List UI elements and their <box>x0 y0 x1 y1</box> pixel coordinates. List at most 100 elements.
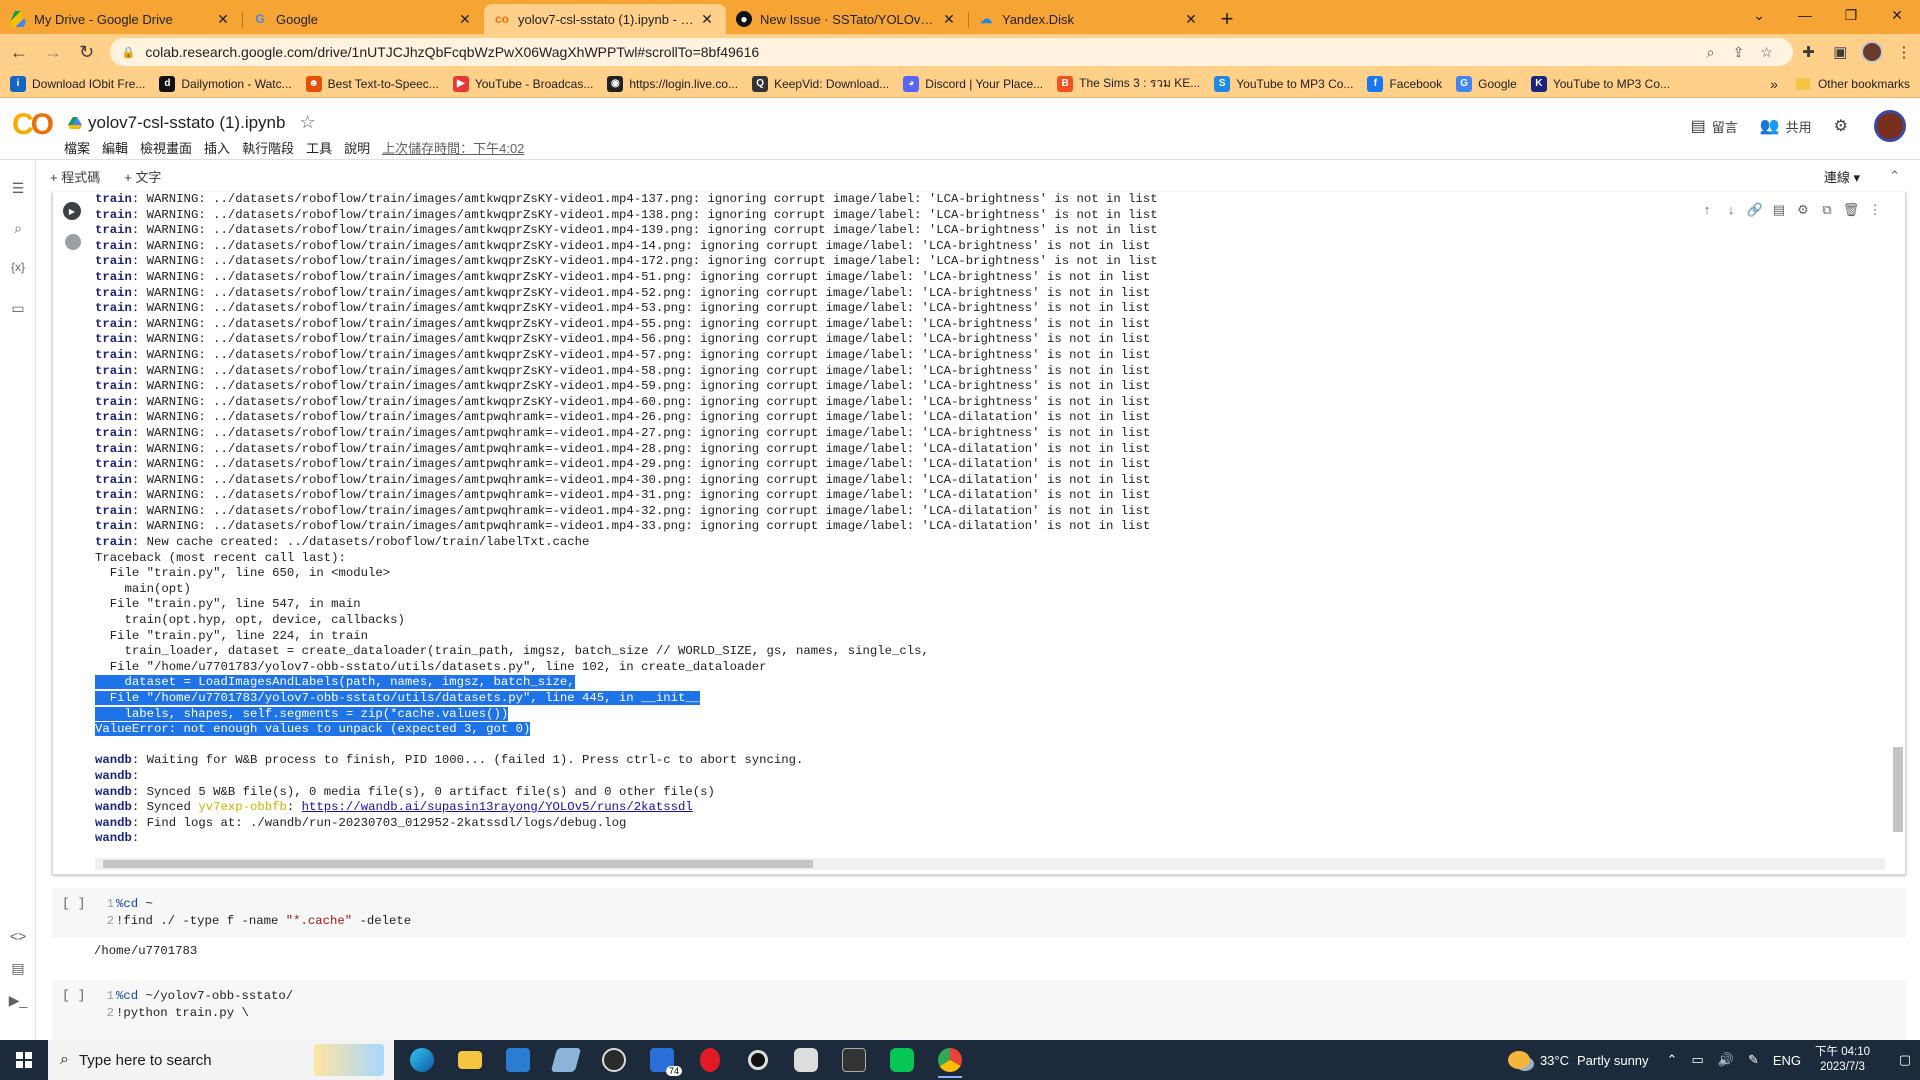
close-tab-icon[interactable]: ✕ <box>456 11 474 28</box>
new-tab-button[interactable]: + <box>1210 4 1244 34</box>
code-cell-output[interactable]: ▶ ↑ ↓ 🔗 ▤ ⚙ ⧉ 🗑 ⋮ train: WARNING: ../dat… <box>52 192 1906 875</box>
forward-button[interactable]: → <box>38 37 68 67</box>
pen-icon[interactable]: ✎ <box>1748 1052 1759 1068</box>
colab-logo[interactable]: CO <box>12 108 54 142</box>
battery-icon[interactable]: ▭ <box>1691 1052 1703 1068</box>
address-bar[interactable]: 🔒 colab.research.google.com/drive/1nUTJC… <box>109 38 1793 66</box>
menu-item[interactable]: 插入 <box>204 138 230 157</box>
back-button[interactable]: ← <box>4 37 34 67</box>
table-of-contents-icon[interactable]: ☰ <box>8 180 28 200</box>
menu-item[interactable]: 檔案 <box>64 138 90 157</box>
code-snippets-icon[interactable]: <> <box>8 928 28 948</box>
browser-tab[interactable]: G Google ✕ <box>242 4 484 34</box>
store-icon[interactable] <box>494 1040 542 1080</box>
last-saved-link[interactable]: 上次儲存時間：下午4:02 <box>382 138 524 157</box>
clock[interactable]: 下午 04:10 2023/7/3 <box>1815 1045 1870 1075</box>
chevron-up-icon[interactable]: ⌃ <box>1889 168 1900 184</box>
url-text[interactable]: colab.research.google.com/drive/1nUTJCJh… <box>145 44 1696 60</box>
cell-run-bracket[interactable]: [ ] <box>62 988 85 1003</box>
code-editor[interactable]: 1 %cd ~ 2 !find ./ -type f -name "*.cache"… <box>102 896 412 930</box>
minimize-button[interactable]: — <box>1782 0 1828 30</box>
comment-button[interactable]: ▤ 留言 <box>1691 116 1738 136</box>
file-explorer-icon[interactable] <box>446 1040 494 1080</box>
menu-item[interactable]: 編輯 <box>102 138 128 157</box>
close-tab-icon[interactable]: ✕ <box>698 11 716 28</box>
bookmark-item[interactable]: S YouTube to MP3 Co... <box>1214 75 1353 92</box>
browser-tab[interactable]: co yolov7-csl-sstato (1).ipynb - Cola ✕ <box>484 4 726 34</box>
bookmark-item[interactable]: K YouTube to MP3 Co... <box>1530 75 1670 92</box>
browser-tab[interactable]: ● New Issue · SSTato/YOLOv7_obb ✕ <box>726 4 968 34</box>
notification-icon[interactable]: ▢ <box>1890 1040 1920 1080</box>
terminal-icon[interactable]: ▶_ <box>8 992 28 1012</box>
extensions-icon[interactable]: ✚ <box>1793 37 1825 67</box>
browser-tab[interactable]: ☁ Yandex.Disk ✕ <box>968 4 1210 34</box>
browser-menu-icon[interactable]: ⋮ <box>1888 37 1920 67</box>
browser-tab[interactable]: My Drive - Google Drive ✕ <box>0 4 242 34</box>
bookmark-item[interactable]: G Google <box>1456 75 1517 92</box>
other-bookmarks[interactable]: Other bookmarks <box>1818 77 1910 91</box>
command-palette-icon[interactable]: ▤ <box>8 960 28 980</box>
share-icon[interactable]: ⇪ <box>1725 44 1753 61</box>
add-text-button[interactable]: + 文字 <box>124 167 161 186</box>
taskbar-search[interactable]: ⌕ Type here to search <box>48 1040 394 1080</box>
bookmark-item[interactable]: ☻ Best Text-to-Speec... <box>305 75 439 92</box>
profile-avatar[interactable] <box>1856 37 1888 67</box>
code-cell[interactable]: [ ] 1 %cd ~/yolov7-obb-sstato/ 2 !python t… <box>52 980 1906 1040</box>
bookmark-item[interactable]: f Facebook <box>1367 75 1442 92</box>
obs-app-icon[interactable] <box>590 1040 638 1080</box>
bookmark-item[interactable]: d Dailymotion - Watc... <box>159 75 292 92</box>
bookmark-item[interactable]: ◕ Discord | Your Place... <box>903 75 1043 92</box>
close-tab-icon[interactable]: ✕ <box>1182 11 1200 28</box>
paint-app-icon[interactable] <box>542 1040 590 1080</box>
connect-button[interactable]: 連線 ▾ <box>1824 167 1860 186</box>
share-button[interactable]: 👥 共用 <box>1760 116 1812 136</box>
code-cell[interactable]: [ ] 1 %cd ~ 2 !find ./ -type f -name "*.ca… <box>52 888 1906 938</box>
language-indicator[interactable]: ENG <box>1773 1053 1801 1068</box>
side-panel-icon[interactable]: ▣ <box>1824 37 1856 67</box>
mail-app-icon[interactable]: 74 <box>638 1040 686 1080</box>
zoom-icon[interactable]: ⌕ <box>1697 44 1725 61</box>
discord-app-icon[interactable] <box>782 1040 830 1080</box>
close-window-button[interactable]: ✕ <box>1874 0 1920 30</box>
bookmark-item[interactable]: i Download IObit Fre... <box>10 75 145 92</box>
bookmark-item[interactable]: B The Sims 3 : รวม KE... <box>1057 74 1200 93</box>
bookmark-item[interactable]: ◉ https://login.live.co... <box>607 75 738 92</box>
chrome-app-icon[interactable] <box>926 1040 974 1080</box>
menu-item[interactable]: 執行階段 <box>242 138 294 157</box>
files-folder-icon[interactable]: ▭ <box>8 300 28 320</box>
star-icon[interactable]: ☆ <box>299 112 315 133</box>
tab-search-icon[interactable]: ⌄ <box>1736 0 1782 30</box>
variables-icon[interactable]: {x} <box>8 260 28 280</box>
reload-button[interactable]: ↻ <box>72 37 102 67</box>
weather-widget[interactable]: 33°C Partly sunny <box>1507 1051 1649 1069</box>
close-tab-icon[interactable]: ✕ <box>214 11 232 28</box>
run-cell-button[interactable]: ▶ <box>63 202 81 220</box>
account-avatar[interactable] <box>1874 110 1906 142</box>
menu-item[interactable]: 工具 <box>306 138 332 157</box>
restore-button[interactable]: ❐ <box>1828 0 1874 30</box>
settings-button[interactable]: ⚙ <box>1834 116 1854 136</box>
edge-app-icon[interactable] <box>398 1040 446 1080</box>
bookmarks-more-icon[interactable]: » <box>1770 76 1778 92</box>
search-icon[interactable]: ⌕ <box>8 220 28 240</box>
close-tab-icon[interactable]: ✕ <box>940 11 958 28</box>
output-horizontal-scrollbar[interactable] <box>95 858 1885 870</box>
bookmark-item[interactable]: Q KeepVid: Download... <box>752 75 889 92</box>
code-editor[interactable]: 1 %cd ~/yolov7-obb-sstato/ 2 !python train… <box>102 988 294 1022</box>
opera-app-icon[interactable] <box>686 1040 734 1080</box>
wandb-run-link[interactable]: https://wandb.ai/supasin13rayong/YOLOv5/… <box>302 800 693 814</box>
output-vertical-scrollbar[interactable] <box>1893 747 1903 832</box>
notebook-title[interactable]: yolov7-csl-sstato (1).ipynb <box>88 113 285 133</box>
cell-run-bracket[interactable]: [ ] <box>62 896 85 911</box>
recorder-app-icon[interactable] <box>734 1040 782 1080</box>
line-app-icon[interactable] <box>878 1040 926 1080</box>
bookmark-star-icon[interactable]: ☆ <box>1753 44 1781 61</box>
menu-item[interactable]: 說明 <box>344 138 370 157</box>
bookmark-item[interactable]: ▶ YouTube - Broadcas... <box>452 75 593 92</box>
terminal-app-icon[interactable] <box>830 1040 878 1080</box>
chevron-up-icon[interactable]: ⌃ <box>1667 1052 1678 1068</box>
add-code-button[interactable]: + 程式碼 <box>50 167 100 186</box>
volume-icon[interactable]: 🔊 <box>1718 1052 1734 1068</box>
start-button[interactable] <box>0 1040 48 1080</box>
menu-item[interactable]: 檢視畫面 <box>140 138 192 157</box>
